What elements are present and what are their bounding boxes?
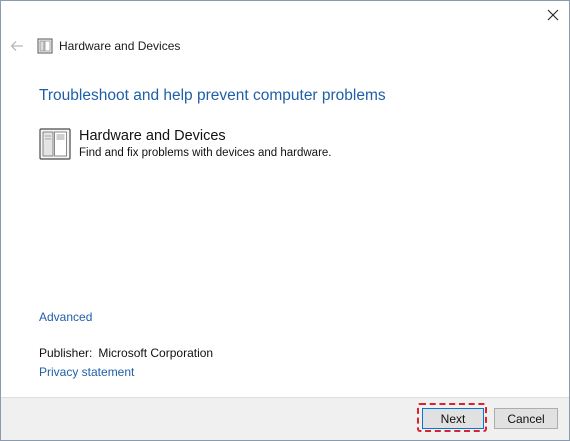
close-button[interactable] xyxy=(537,1,569,29)
advanced-link[interactable]: Advanced xyxy=(39,310,92,324)
publisher-info: Publisher: Microsoft Corporation xyxy=(39,346,213,360)
hardware-device-icon xyxy=(37,38,53,54)
privacy-statement-link[interactable]: Privacy statement xyxy=(39,365,134,379)
close-icon xyxy=(547,9,559,21)
next-button[interactable]: Next xyxy=(422,408,484,429)
publisher-value: Microsoft Corporation xyxy=(98,346,214,360)
cancel-button[interactable]: Cancel xyxy=(494,408,558,429)
footer-bar: Next Cancel xyxy=(1,397,569,440)
window-title: Hardware and Devices xyxy=(59,39,181,53)
item-description: Find and fix problems with devices and h… xyxy=(79,147,332,159)
item-title: Hardware and Devices xyxy=(79,128,226,144)
publisher-label: Publisher: xyxy=(39,346,93,360)
back-button[interactable] xyxy=(7,37,27,55)
troubleshooter-item: Hardware and Devices Find and fix proble… xyxy=(39,127,332,161)
hardware-device-icon xyxy=(39,128,71,160)
page-heading: Troubleshoot and help prevent computer p… xyxy=(39,87,386,104)
back-arrow-icon xyxy=(10,41,23,51)
troubleshooter-window: Hardware and Devices Troubleshoot and he… xyxy=(0,0,570,441)
